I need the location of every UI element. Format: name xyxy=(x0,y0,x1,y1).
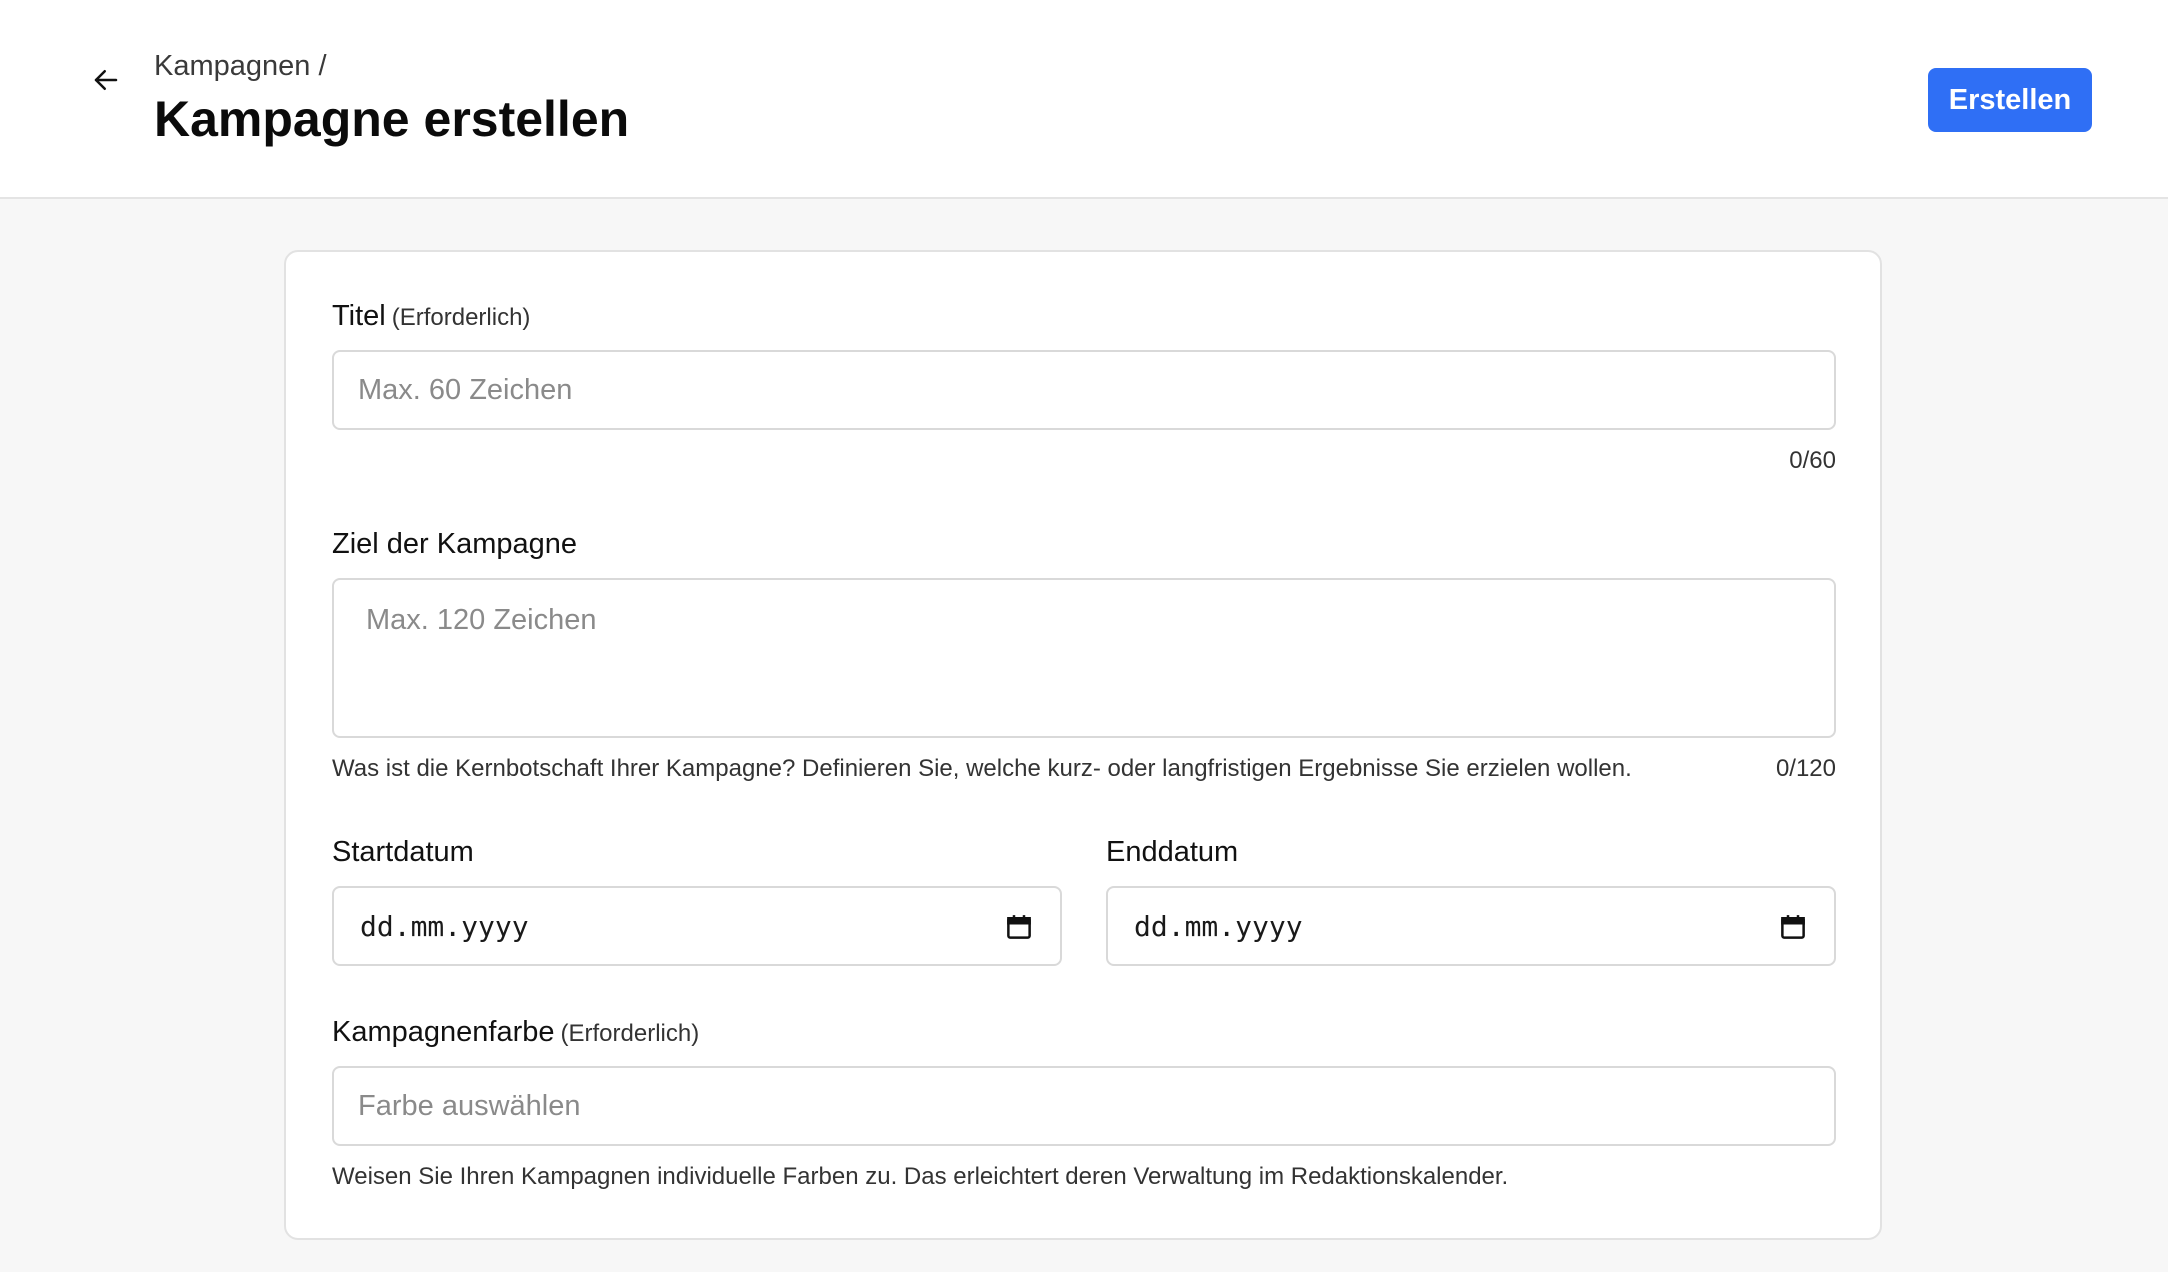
end-date-value: dd.mm.yyyy xyxy=(1134,910,1303,943)
title-required-hint: (Erforderlich) xyxy=(391,304,531,331)
arrow-left-icon xyxy=(94,70,118,90)
color-required-hint: (Erforderlich) xyxy=(560,1020,700,1047)
goal-char-counter: 0/120 xyxy=(1775,755,1836,782)
title-input[interactable] xyxy=(332,350,1836,430)
page-title: Kampagne erstellen xyxy=(154,91,630,147)
calendar-icon[interactable] xyxy=(1778,912,1808,942)
end-date-label: Enddatum xyxy=(1106,836,1239,868)
color-select-input[interactable] xyxy=(332,1066,1836,1146)
back-button[interactable] xyxy=(84,58,128,102)
title-char-counter: 0/60 xyxy=(1789,447,1836,474)
calendar-icon[interactable] xyxy=(1004,912,1034,942)
start-date-input[interactable]: dd.mm.yyyy xyxy=(332,886,1062,966)
goal-helper-text: Was ist die Kernbotschaft Ihrer Kampagne… xyxy=(332,755,1632,782)
campaign-form-card: Titel(Erforderlich) 0/60 Ziel der Kampag… xyxy=(284,250,1882,1240)
start-date-value: dd.mm.yyyy xyxy=(360,910,529,943)
color-label-text: Kampagnenfarbe xyxy=(332,1016,555,1048)
page-header: Kampagnen / Kampagne erstellen Erstellen xyxy=(0,0,2168,199)
create-button[interactable]: Erstellen xyxy=(1928,68,2092,132)
title-label-text: Titel xyxy=(332,300,386,332)
goal-textarea[interactable] xyxy=(332,578,1836,738)
start-date-label: Startdatum xyxy=(332,836,474,868)
color-label: Kampagnenfarbe (Erforderlich) xyxy=(332,1014,699,1052)
end-date-input[interactable]: dd.mm.yyyy xyxy=(1106,886,1836,966)
color-helper-text: Weisen Sie Ihren Kampagnen individuelle … xyxy=(332,1163,1509,1190)
breadcrumb[interactable]: Kampagnen / xyxy=(154,48,327,84)
goal-label: Ziel der Kampagne xyxy=(332,528,578,560)
title-label: Titel (Erforderlich) xyxy=(332,298,530,336)
